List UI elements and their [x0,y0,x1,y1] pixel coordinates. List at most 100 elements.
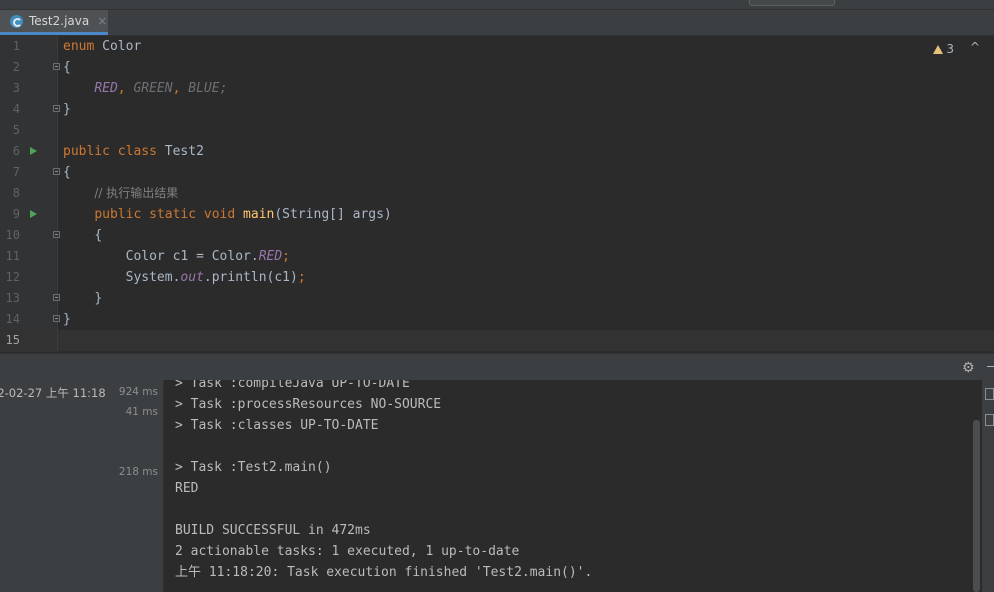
console-line: > Task :Test2.main() [175,460,332,475]
code-line-10: 10 { [0,225,994,246]
static-field: out [180,270,204,285]
top-toolbar [0,0,994,10]
line-number: 13 [5,291,20,305]
console-line: RED [175,481,199,496]
tree-item[interactable]: 22-02-27 上午 11:18 924 ms [0,382,163,402]
tree-item-label: 22-02-27 上午 11:18 [0,386,106,400]
console-line: > Task :classes UP-TO-DATE [175,418,379,433]
console-side-toolbar [982,380,994,592]
code-line-9: 9 public static void main(String[] args) [0,204,994,225]
comment: // 执行输出结果 [94,186,179,200]
punctuation: ; [282,249,290,264]
code-line-8: 8 // 执行输出结果 [0,183,994,204]
line-number: 2 [12,60,20,74]
fold-icon[interactable] [53,294,60,301]
line-number: 6 [12,144,20,158]
line-number: 1 [12,39,20,53]
tree-item[interactable]: 218 ms [0,462,163,482]
console-line: 2 actionable tasks: 1 executed, 1 up-to-… [175,544,520,559]
soft-wrap-icon[interactable] [985,388,994,400]
line-number: 14 [5,312,20,326]
keyword: public [63,144,110,159]
run-gutter-icon[interactable] [30,147,37,155]
code-editor[interactable]: 1 enum Color 2 { 3 RED, GREEN, BLUE; 4 }… [0,36,994,352]
code-text: } [63,312,71,327]
scroll-to-end-icon[interactable] [985,414,994,426]
fold-icon[interactable] [53,315,60,322]
enum-constant: GREEN [125,81,173,96]
code-text: } [63,102,71,117]
inspection-widget[interactable]: 3 [933,42,954,56]
keyword: public [94,207,142,222]
code-line-2: 2 { [0,57,994,78]
code-text: Color c1 = Color. [125,249,259,264]
code-line-3: 3 RED, GREEN, BLUE; [0,78,994,99]
code-text: { [63,165,71,180]
enum-constant: BLUE [180,81,220,96]
code-text: { [94,228,103,243]
fold-icon[interactable] [53,231,60,238]
line-number: 5 [12,123,20,137]
run-config-selector[interactable] [749,0,835,6]
code-text: } [94,291,103,306]
code-text: .println(c1) [203,270,298,285]
line-number: 10 [5,228,20,242]
code-line-14: 14 } [0,309,994,330]
enum-constant: RED [258,249,283,264]
scrollbar-thumb[interactable] [973,420,980,592]
gear-icon[interactable]: ⚙ [962,360,975,376]
fold-icon[interactable] [53,105,60,112]
punctuation: , [117,81,126,96]
code-text: System. [125,270,181,285]
code-line-1: 1 enum Color [0,36,994,57]
console-scrollbar[interactable] [972,380,982,592]
tree-item-duration: 218 ms [118,466,158,478]
line-number: 15 [5,333,20,347]
editor-tab-bar: Test2.java × [0,10,994,36]
run-panel-header: ⚙ [0,353,994,381]
console-line: > Task :processResources NO-SOURCE [175,397,442,412]
console-line: 上午 11:18:20: Task execution finished 'Te… [175,565,593,580]
line-number: 12 [5,270,20,284]
identifier: Test2 [156,144,204,159]
console-output[interactable]: > Task :compileJava UP-TO-DATE > Task :p… [164,380,972,592]
code-line-4: 4 } [0,99,994,120]
keyword: enum [63,39,95,54]
tree-item[interactable]: 41 ms [0,402,163,422]
code-text: (String[] args) [274,207,392,222]
line-number: 9 [12,207,20,221]
tab-label: Test2.java [29,14,90,28]
close-tab-icon[interactable]: × [97,14,107,28]
code-line-11: 11 Color c1 = Color.RED; [0,246,994,267]
keyword: void [196,207,236,222]
enum-constant: RED [94,81,118,96]
console-line: BUILD SUCCESSFUL in 472ms [175,523,371,538]
identifier: Color [94,39,142,54]
fold-icon[interactable] [53,168,60,175]
tab-test2-java[interactable]: Test2.java × [0,10,108,35]
java-class-icon [10,14,23,28]
run-tree: 22-02-27 上午 11:18 924 ms 41 ms 218 ms [0,380,163,592]
line-number: 11 [5,249,20,263]
code-text: { [63,60,71,75]
keyword: class [109,144,157,159]
line-number: 8 [12,186,20,200]
code-line-12: 12 System.out.println(c1); [0,267,994,288]
line-number: 3 [12,81,20,95]
warning-count: 3 [946,42,954,56]
previous-highlight-icon[interactable]: ^ [970,40,980,54]
keyword: static [141,207,197,222]
line-number: 7 [12,165,20,179]
punctuation: ; [297,270,306,285]
tree-item-duration: 924 ms [118,386,158,398]
console-line: > Task :compileJava UP-TO-DATE [175,380,410,391]
run-gutter-icon[interactable] [30,210,37,218]
code-line-15: 15 [0,330,994,351]
method-name: main [235,207,275,222]
code-line-6: 6 public class Test2 [0,141,994,162]
minimize-icon[interactable] [987,366,994,367]
warning-icon [933,44,944,54]
tree-item-duration: 41 ms [125,406,158,418]
code-line-13: 13 } [0,288,994,309]
fold-icon[interactable] [53,63,60,70]
